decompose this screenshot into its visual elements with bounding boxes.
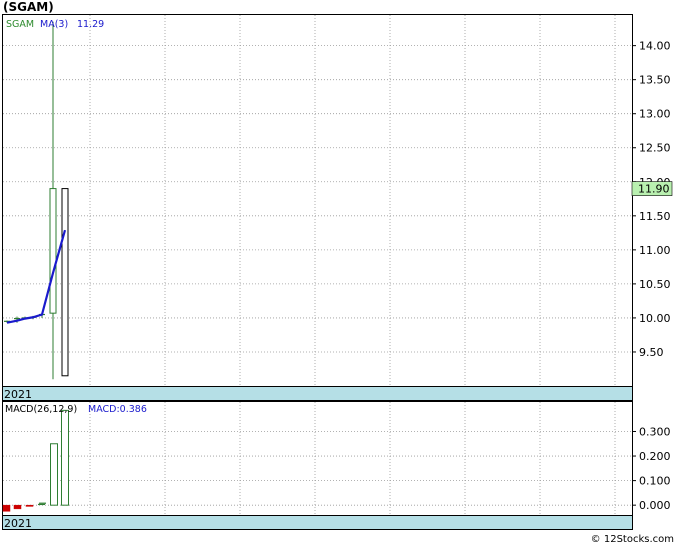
- macd-panel-frame: [2, 401, 633, 530]
- footer-credit: © 12Stocks.com: [590, 534, 674, 545]
- candle-body: [61, 188, 69, 377]
- candle-body: [49, 188, 57, 314]
- macd-bar: [61, 409, 69, 506]
- price-tick-label: 11.50: [639, 210, 671, 223]
- macd-tick-label: 0.200: [639, 450, 671, 463]
- price-panel-frame: [2, 14, 633, 401]
- price-tick-label: 10.00: [639, 312, 671, 325]
- macd-tick-label: 0.300: [639, 425, 671, 438]
- price-tick-label: 13.50: [639, 74, 671, 87]
- ticker-legend: SGAM: [6, 19, 34, 30]
- price-year-band: [3, 386, 632, 400]
- macd-bar: [25, 504, 34, 507]
- price-axis-ticks: 9.5010.0010.5011.0011.5012.0012.5013.001…: [632, 40, 671, 359]
- macd-legend-value: MACD:0.386: [88, 404, 147, 415]
- macd-year-band: [3, 516, 632, 529]
- price-tick-label: 11.00: [639, 244, 671, 257]
- price-tick-label: 13.00: [639, 108, 671, 121]
- macd-axis-ticks: 0.000 0.100 0.200 0.300: [632, 425, 671, 512]
- macd-tick-label: 0.100: [639, 475, 671, 488]
- macd-year-label: 2021: [4, 517, 32, 530]
- ma-legend-value: 11.29: [77, 19, 104, 30]
- chart-canvas: 9.5010.0010.5011.0011.5012.0012.5013.001…: [2, 14, 673, 530]
- macd-tick-label: 0.000: [639, 499, 671, 512]
- macd-bar: [13, 504, 22, 510]
- macd-bar: [50, 443, 58, 506]
- price-tick-label: 9.50: [639, 346, 664, 359]
- macd-legend-label: MACD(26,12,9): [5, 404, 77, 415]
- price-tick-label: 14.00: [639, 40, 671, 53]
- price-tick-label: 10.50: [639, 278, 671, 291]
- chart-title: (SGAM): [3, 0, 54, 14]
- ma-legend-label: MA(3): [40, 19, 68, 30]
- macd-bar: [2, 504, 11, 512]
- price-year-label: 2021: [4, 388, 32, 401]
- price-tick-label: 12.50: [639, 142, 671, 155]
- last-price-label: 11.90: [638, 183, 670, 196]
